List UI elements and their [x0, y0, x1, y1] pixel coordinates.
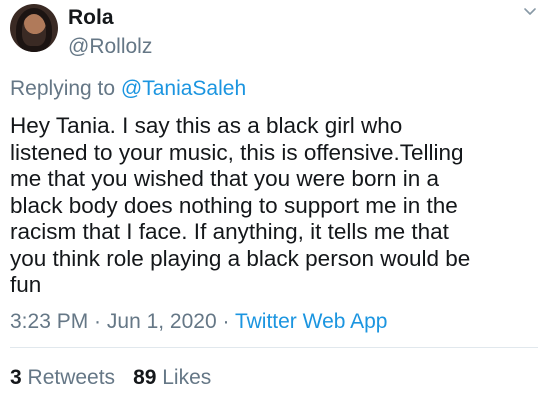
retweets-count: 3	[10, 366, 22, 389]
reply-context: Replying to @TaniaSaleh	[10, 77, 246, 101]
likes-count: 89	[133, 366, 157, 389]
avatar[interactable]	[10, 4, 58, 52]
retweets-stat[interactable]: 3 Retweets	[10, 366, 115, 389]
meta-separator: ·	[88, 310, 107, 333]
tweet-metadata: 3:23 PM · Jun 1, 2020 · Twitter Web App	[10, 310, 387, 334]
divider	[10, 347, 538, 348]
reply-mention-link[interactable]: @TaniaSaleh	[121, 77, 246, 100]
likes-stat[interactable]: 89 Likes	[133, 366, 211, 389]
tweet-time[interactable]: 3:23 PM	[10, 310, 88, 333]
tweet-stats: 3 Retweets 89 Likes	[10, 366, 211, 390]
likes-label: Likes	[156, 366, 212, 389]
chevron-down-icon[interactable]	[522, 4, 538, 20]
tweet-source-link[interactable]: Twitter Web App	[235, 310, 388, 333]
retweets-label: Retweets	[21, 366, 116, 389]
tweet-date[interactable]: Jun 1, 2020	[107, 310, 217, 333]
tweet: Rola @Rollolz Replying to @TaniaSaleh He…	[0, 0, 548, 406]
meta-separator: ·	[216, 310, 235, 333]
tweet-text: Hey Tania. I say this as a black girl wh…	[10, 113, 471, 297]
author-handle[interactable]: @Rollolz	[68, 35, 152, 59]
author-name[interactable]: Rola	[68, 6, 114, 30]
reply-prefix: Replying to	[10, 77, 121, 100]
avatar-hair	[16, 8, 52, 52]
